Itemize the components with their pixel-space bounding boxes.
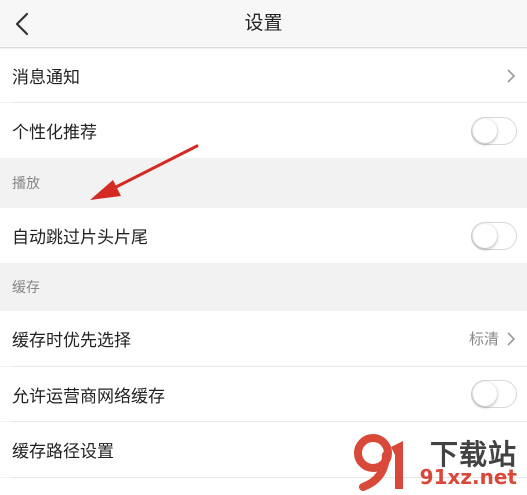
chevron-left-icon (15, 12, 29, 36)
personalized-row: 个性化推荐 (0, 103, 527, 158)
cache-priority-value: 标清 (468, 330, 499, 348)
carrier-cache-row: 允许运营商网络缓存 (0, 367, 527, 421)
chevron-right-icon (507, 68, 517, 83)
cache-path-row[interactable]: 缓存路径设置 (0, 422, 527, 477)
carrier-cache-label: 允许运营商网络缓存 (12, 386, 165, 407)
settings-screen: 设置 消息通知 个性化推荐 播放 自动跳过片头片尾 缓存 缓存时优先选择 标清 (0, 0, 527, 495)
nav-bar: 设置 (0, 0, 527, 48)
cache-priority-row[interactable]: 缓存时优先选择 标清 (0, 311, 527, 366)
notifications-label: 消息通知 (12, 68, 80, 88)
skip-intro-label: 自动跳过片头片尾 (12, 228, 148, 248)
back-button[interactable] (0, 0, 44, 48)
section-header-playback: 播放 (0, 158, 527, 208)
page-title: 设置 (244, 12, 283, 34)
next-row-partial[interactable] (0, 478, 527, 495)
personalized-label: 个性化推荐 (12, 123, 97, 143)
toggle-knob (473, 382, 497, 406)
chevron-right-icon (507, 331, 517, 346)
toggle-knob (473, 118, 497, 143)
cache-priority-label: 缓存时优先选择 (12, 331, 131, 351)
carrier-cache-toggle[interactable] (471, 380, 517, 408)
skip-intro-row: 自动跳过片头片尾 (0, 208, 527, 263)
skip-intro-toggle[interactable] (471, 221, 517, 250)
cache-path-label: 缓存路径设置 (12, 442, 114, 462)
toggle-knob (473, 223, 497, 248)
personalized-toggle[interactable] (471, 116, 517, 145)
notifications-row[interactable]: 消息通知 (0, 49, 527, 102)
section-header-cache: 缓存 (0, 263, 527, 311)
